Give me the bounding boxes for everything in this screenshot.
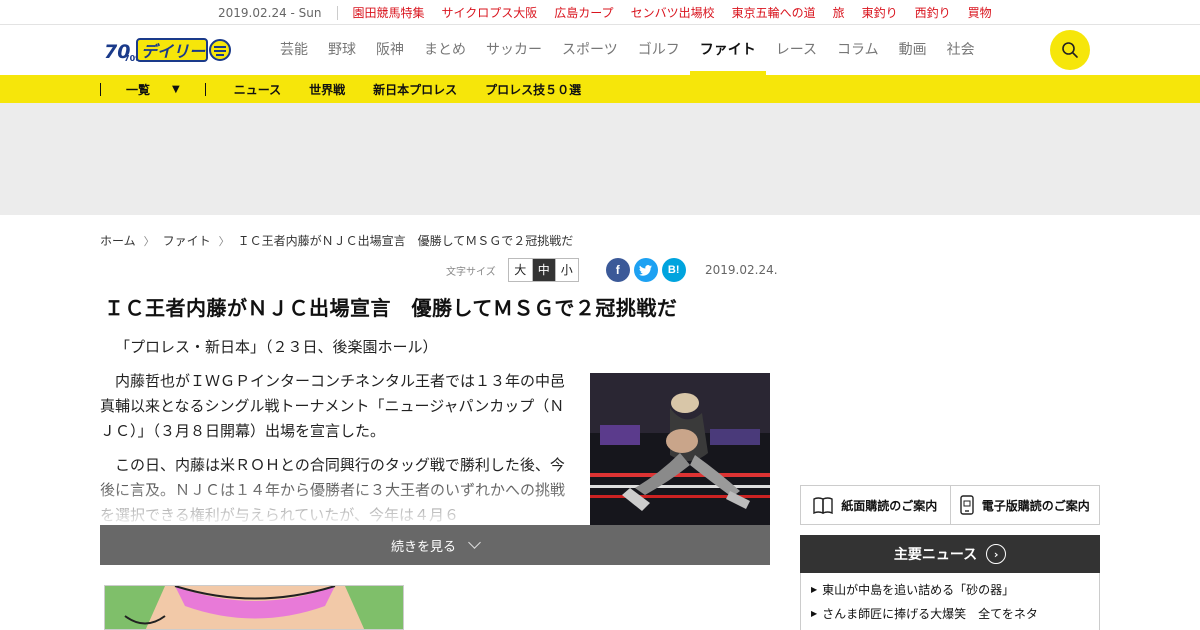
nav-item-society[interactable]: 社会 <box>937 25 985 75</box>
article-tools: 文字サイズ 大 中 小 f B! <box>446 258 690 282</box>
logo-graphic: 70 70th デイリー <box>104 38 231 63</box>
chevron-right-icon: 〉 <box>143 234 155 248</box>
ad-banner-area <box>0 103 1200 215</box>
book-icon <box>813 497 833 514</box>
current-date: 2019.02.24 - Sun <box>218 5 338 20</box>
main-news-list: ▶ 東山が中島を追い詰める「砂の器」 ▶ さんま師匠に捧げる大爆笑 全てをネタ <box>800 573 1100 630</box>
advertisement-image[interactable] <box>104 585 404 630</box>
topbar-link[interactable]: センバツ出場校 <box>631 4 715 21</box>
font-size-medium[interactable]: 中 <box>531 259 555 281</box>
main-news-header[interactable]: 主要ニュース › <box>800 535 1100 573</box>
global-nav: 芸能 野球 阪神 まとめ サッカー スポーツ ゴルフ ファイト レース コラム … <box>270 25 985 75</box>
nav-item-fight[interactable]: ファイト <box>689 25 766 75</box>
topbar-link[interactable]: 東京五輪への道 <box>732 4 816 21</box>
publish-date: 2019.02.24. <box>705 263 778 277</box>
topbar-link[interactable]: サイクロプス大阪 <box>442 4 538 21</box>
nav-item-golf[interactable]: ゴルフ <box>628 25 690 75</box>
smartphone-icon <box>960 495 974 515</box>
main-news-title: 主要ニュース <box>893 547 978 563</box>
nav-item-race[interactable]: レース <box>766 25 827 75</box>
search-icon <box>1062 42 1078 58</box>
font-size-switcher: 大 中 小 <box>507 258 579 282</box>
breadcrumb-current: ＩＣ王者内藤がＮＪＣ出場宣言 優勝してＭＳＧで２冠挑戦だ <box>237 234 574 248</box>
nav-item-soccer[interactable]: サッカー <box>476 25 552 75</box>
nav-item-hanshin[interactable]: 阪神 <box>366 25 414 75</box>
site-header: 70 70th デイリー 芸能 野球 阪神 まとめ サッカー スポーツ ゴルフ … <box>0 25 1200 75</box>
site-logo[interactable]: 70 70th デイリー <box>104 36 234 64</box>
text-fade-overlay <box>100 470 580 526</box>
breadcrumb-fight[interactable]: ファイト <box>163 232 211 249</box>
read-more-label: 続きを見る <box>390 539 456 555</box>
ad-illustration-graphic <box>105 586 403 629</box>
topbar-link[interactable]: 園田競馬特集 <box>353 4 425 21</box>
wrestling-photo-graphic <box>590 373 770 525</box>
list-dropdown-label: 一覧 <box>126 82 151 97</box>
triangle-right-icon: ▶ <box>811 609 818 618</box>
main-news-item-text: さんま師匠に捧げる大爆笑 全てをネタ <box>822 607 1038 621</box>
subnav-inner: 一覧 ▼ ニュース 世界戦 新日本プロレス プロレス技５０選 <box>100 75 581 103</box>
main-news-item[interactable]: ▶ 東山が中島を追い詰める「砂の器」 <box>811 578 1099 602</box>
subnav-item-world-title[interactable]: 世界戦 <box>309 81 345 98</box>
read-more-button[interactable]: 続きを見る <box>100 525 770 565</box>
subscribe-box: 紙面購読のご案内 電子版購読のご案内 <box>800 485 1100 525</box>
article-paragraph: 内藤哲也がＩＷＧＰインターコンチネンタル王者では１３年の中邑真輔以来となるシング… <box>100 372 566 440</box>
main-news-item[interactable]: ▶ さんま師匠に捧げる大爆笑 全てをネタ <box>811 602 1099 626</box>
nav-item-yakyu[interactable]: 野球 <box>318 25 366 75</box>
chevron-right-circle-icon: › <box>986 544 1007 564</box>
twitter-bird-icon <box>639 264 653 276</box>
print-subscription-link[interactable]: 紙面購読のご案内 <box>801 486 950 524</box>
search-button[interactable] <box>1050 30 1090 70</box>
triangle-right-icon: ▶ <box>811 585 818 594</box>
nav-item-sports[interactable]: スポーツ <box>552 25 628 75</box>
logo-text: デイリー <box>141 42 206 61</box>
font-size-small[interactable]: 小 <box>554 259 578 281</box>
font-size-large[interactable]: 大 <box>509 259 532 281</box>
topbar-link[interactable]: 広島カープ <box>554 4 613 21</box>
topbar-link[interactable]: 旅 <box>833 4 845 21</box>
article-photo[interactable] <box>590 373 770 525</box>
top-date-bar: 2019.02.24 - Sun 園田競馬特集 サイクロプス大阪 広島カープ セ… <box>0 0 1200 25</box>
print-subscription-label: 紙面購読のご案内 <box>841 498 938 513</box>
breadcrumb: ホーム 〉 ファイト 〉 ＩＣ王者内藤がＮＪＣ出場宣言 優勝してＭＳＧで２冠挑戦… <box>100 232 573 249</box>
main-news-item-text: 東山が中島を追い詰める「砂の器」 <box>822 583 1015 597</box>
font-size-label: 文字サイズ <box>446 266 496 278</box>
subnav-item-news[interactable]: ニュース <box>234 81 281 98</box>
nav-item-matome[interactable]: まとめ <box>414 25 476 75</box>
caret-down-icon: ▼ <box>172 83 180 95</box>
subnav-divider <box>204 82 206 96</box>
article-lead: 「プロレス・新日本」（２３日、後楽園ホール） <box>115 338 438 356</box>
subnav-item-njpw[interactable]: 新日本プロレス <box>373 81 457 98</box>
digital-subscription-link[interactable]: 電子版購読のご案内 <box>949 486 1100 524</box>
topbar-link[interactable]: 西釣り <box>915 4 951 21</box>
digital-subscription-label: 電子版購読のご案内 <box>981 498 1090 513</box>
twitter-share-icon[interactable] <box>633 258 658 282</box>
breadcrumb-home[interactable]: ホーム <box>100 232 136 249</box>
subnav-item-wrestling-moves[interactable]: プロレス技５０選 <box>485 81 581 98</box>
list-dropdown-button[interactable]: 一覧 ▼ <box>101 81 205 98</box>
topbar-inner: 2019.02.24 - Sun 園田競馬特集 サイクロプス大阪 広島カープ セ… <box>218 0 1009 25</box>
chevron-right-icon: 〉 <box>218 234 230 248</box>
facebook-share-icon[interactable]: f <box>605 258 630 282</box>
nav-item-video[interactable]: 動画 <box>889 25 937 75</box>
share-buttons: f B! <box>605 258 690 282</box>
nav-item-column[interactable]: コラム <box>827 25 889 75</box>
hatena-bookmark-icon[interactable]: B! <box>661 258 686 282</box>
category-subnav: 一覧 ▼ ニュース 世界戦 新日本プロレス プロレス技５０選 <box>0 75 1200 103</box>
topbar-link[interactable]: 買物 <box>968 4 992 21</box>
nav-item-geino[interactable]: 芸能 <box>270 25 318 75</box>
article-title: ＩＣ王者内藤がＮＪＣ出場宣言 優勝してＭＳＧで２冠挑戦だ <box>104 296 678 320</box>
topbar-link[interactable]: 東釣り <box>862 4 898 21</box>
chevron-down-icon <box>468 536 481 549</box>
